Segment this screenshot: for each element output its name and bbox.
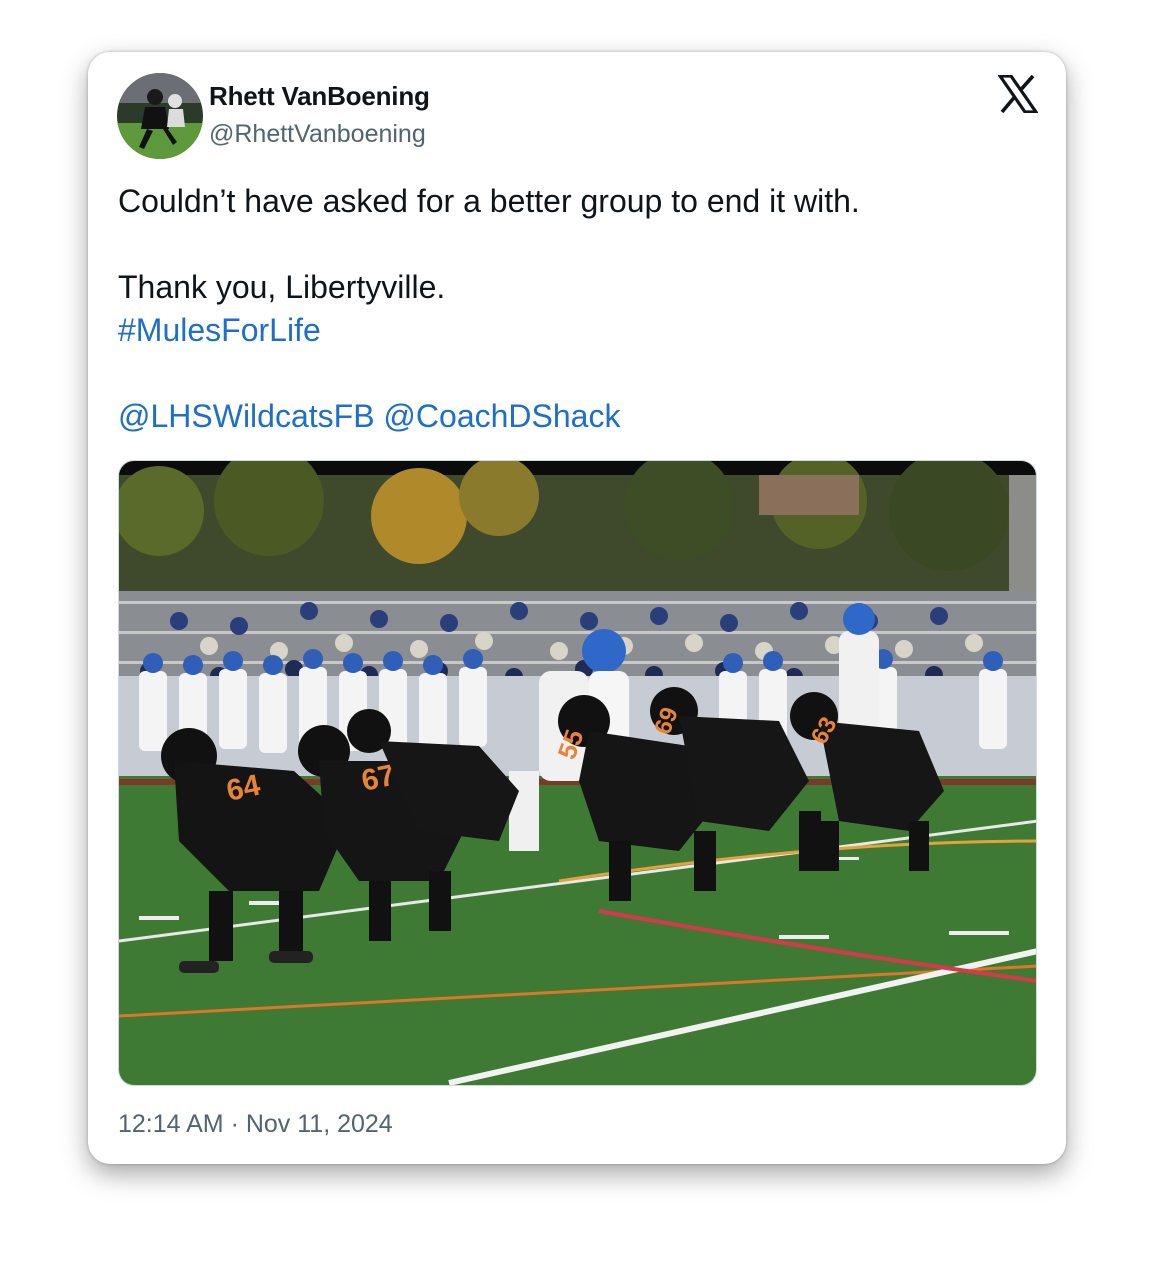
author-handle[interactable]: @RhettVanboening	[209, 120, 430, 149]
tweet-timestamp[interactable]: 12:14 AM · Nov 11, 2024	[118, 1110, 393, 1139]
jersey-number: 64	[224, 769, 264, 808]
tweet-text-line: Couldn’t have asked for a better group t…	[118, 183, 860, 219]
tweet-photo[interactable]: 64 67 55 69 63	[118, 460, 1037, 1086]
tweet-card: Rhett VanBoening @RhettVanboening Couldn…	[88, 52, 1066, 1164]
author-avatar[interactable]	[117, 73, 203, 159]
x-logo-icon[interactable]	[996, 74, 1040, 114]
tweet-header: Rhett VanBoening @RhettVanboening	[117, 73, 1040, 163]
football-player-avatar-icon	[117, 73, 203, 159]
mention-link[interactable]: @LHSWildcatsFB	[118, 398, 375, 434]
tweet-body: Couldn’t have asked for a better group t…	[118, 180, 1018, 438]
hashtag-link[interactable]: #MulesForLife	[118, 312, 321, 348]
tweet-text-line: Thank you, Libertyville.	[118, 269, 446, 305]
mention-link[interactable]: @CoachDShack	[383, 398, 620, 434]
football-game-photo: 64 67 55 69 63	[119, 461, 1036, 1085]
author-display-name[interactable]: Rhett VanBoening	[209, 81, 430, 112]
